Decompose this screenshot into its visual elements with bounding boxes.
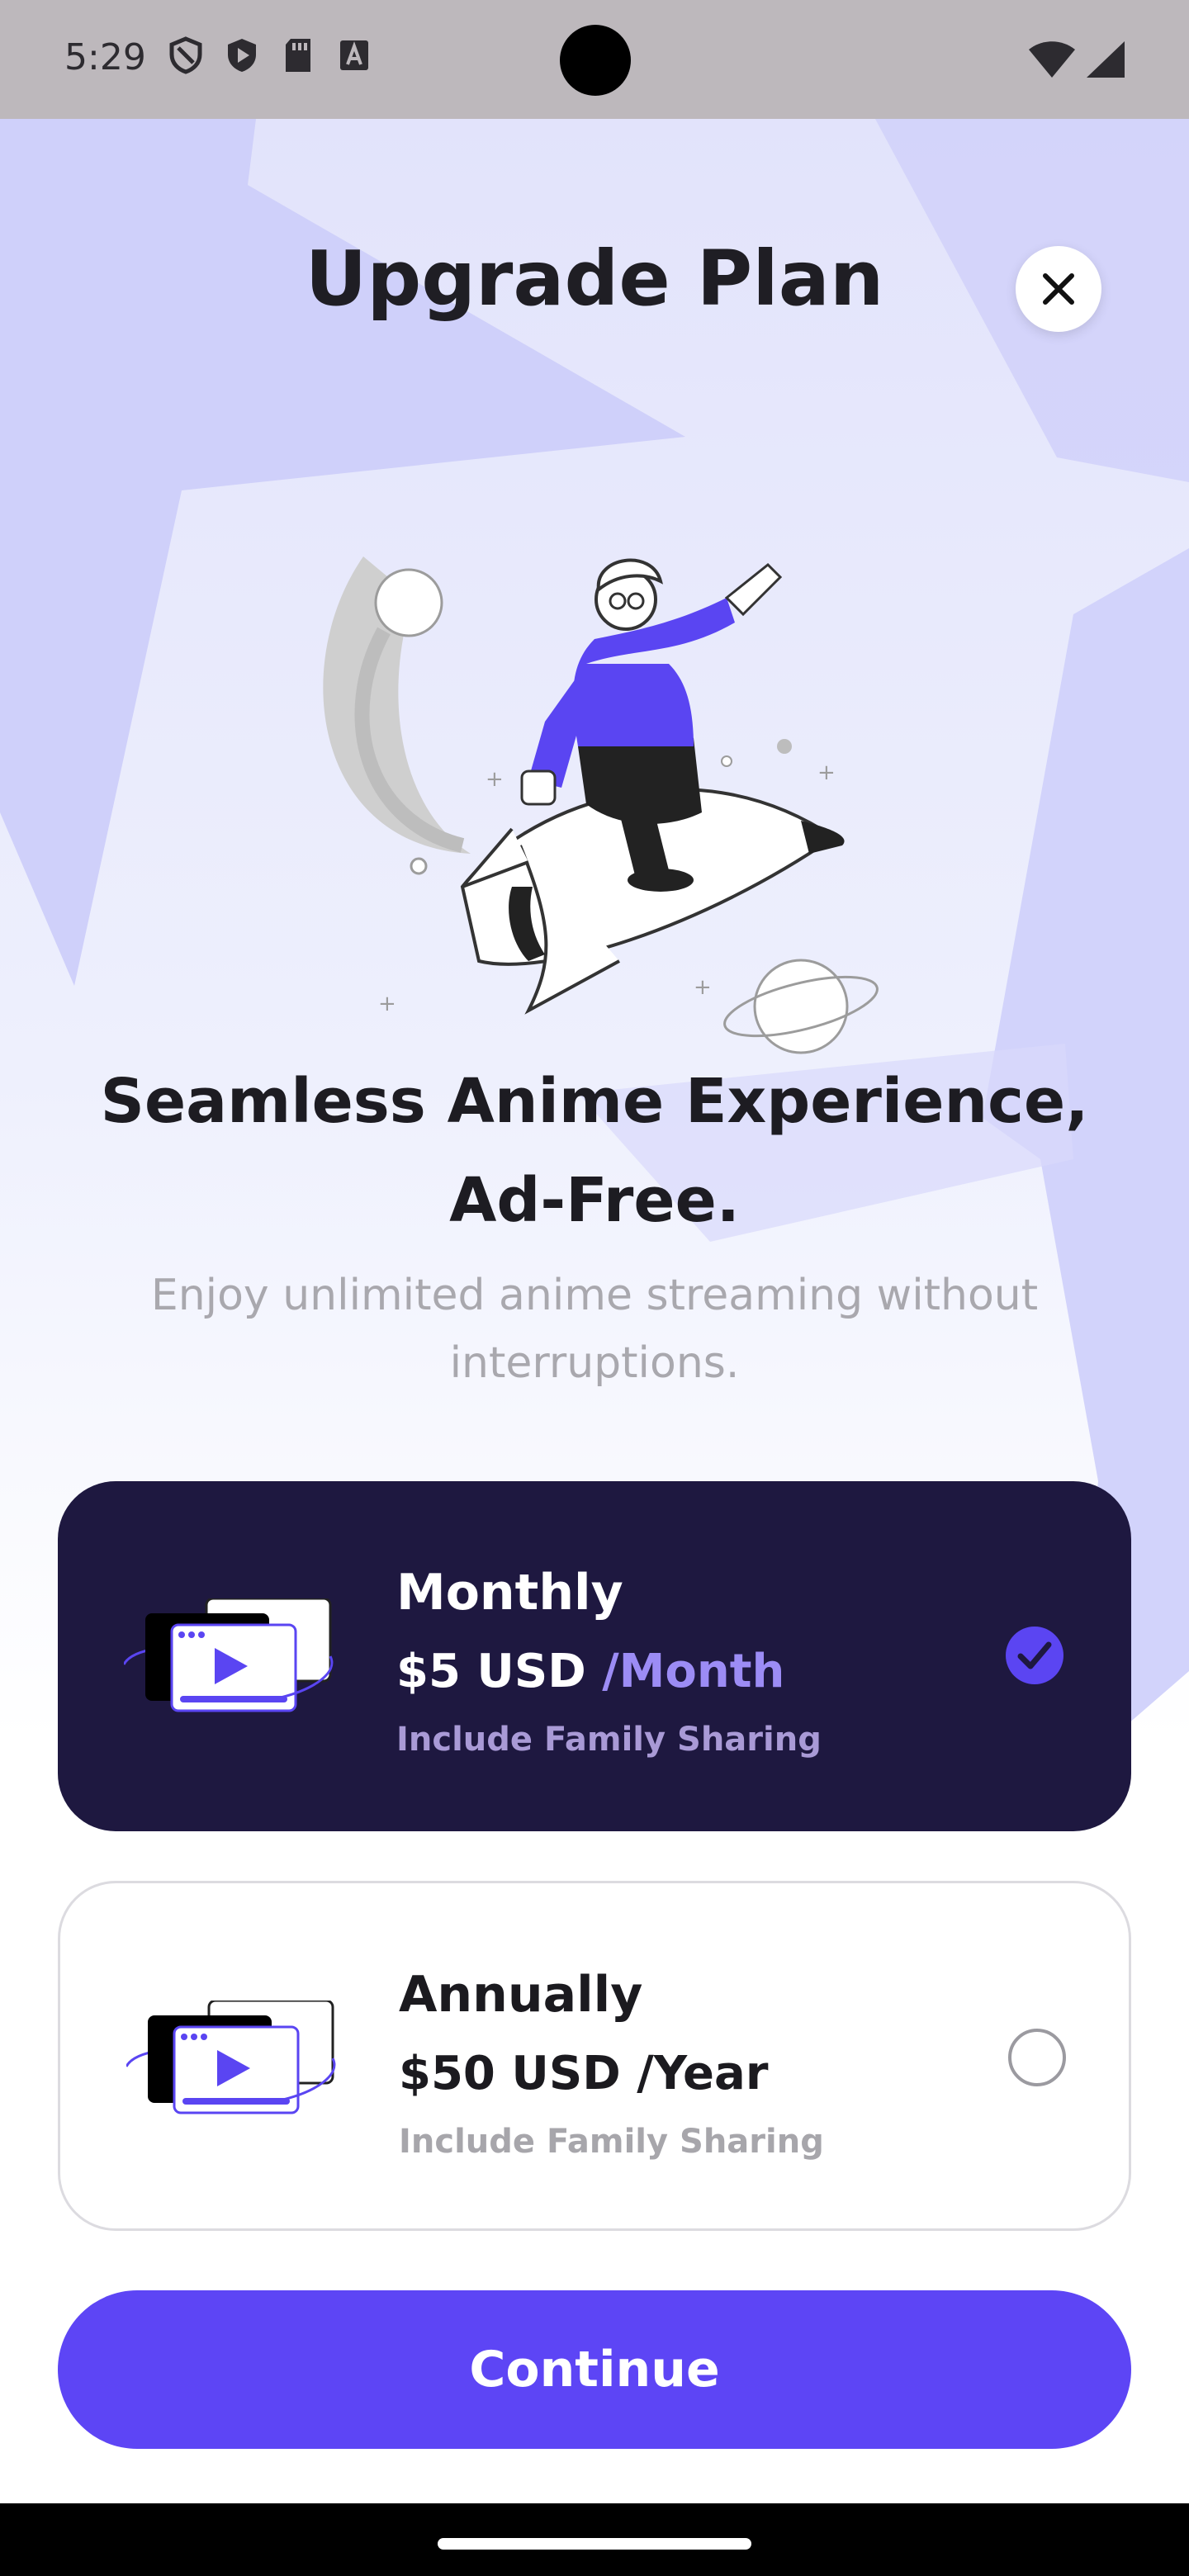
subheadline: Enjoy unlimited anime streaming without … [150,1271,1039,1388]
svg-text:+: + [694,975,712,1000]
video-player-icon [126,2001,336,2114]
headline: Seamless Anime Experience, Ad-Free. [100,1066,1089,1236]
plan-name: Monthly [396,1564,623,1622]
continue-button[interactable]: Continue [58,2290,1131,2449]
plan-price-period: /Month [602,1645,785,1698]
close-button[interactable] [1016,246,1101,332]
status-bar: 5:29 [0,0,1189,119]
shield-icon [168,36,203,74]
signal-icon [1087,41,1125,81]
system-icons [1029,41,1125,81]
play-protect-icon [225,36,259,74]
status-time: 5:29 [64,36,146,78]
svg-text:+: + [378,992,396,1016]
upgrade-screen: Upgrade Plan + + + + Seamless Anime Expe… [0,119,1189,2503]
plan-radio-selected[interactable] [1006,1627,1063,1684]
plan-card-annually[interactable]: Annually $50 USD /Year Include Family Sh… [58,1881,1131,2231]
wifi-icon [1029,41,1075,81]
navigation-bar [0,2503,1189,2576]
plan-price: $5 USD /Month [396,1645,784,1698]
rocket-illustration: + + + + [323,556,879,1054]
checkmark-icon [1017,1641,1052,1669]
plan-price-amount: $5 USD [396,1645,586,1698]
plan-name: Annually [399,1966,643,2024]
plan-price-amount: $50 USD [399,2047,621,2100]
camera-cutout [560,25,631,96]
plan-note: Include Family Sharing [399,2123,824,2161]
plan-price-period: /Year [637,2047,769,2100]
plan-price: $50 USD /Year [399,2047,768,2100]
svg-text:+: + [817,760,836,785]
plan-card-monthly[interactable]: Monthly $5 USD /Month Include Family Sha… [58,1481,1131,1831]
page-title: Upgrade Plan [305,234,884,323]
svg-text:+: + [486,767,504,792]
sd-card-icon [281,36,315,74]
close-icon [1043,273,1074,305]
home-gesture-handle[interactable] [438,2538,751,2550]
font-icon [337,36,372,74]
plan-radio-unselected[interactable] [1008,2029,1066,2086]
video-player-icon [124,1598,334,1712]
plan-note: Include Family Sharing [396,1721,822,1759]
status-icons [168,36,372,74]
